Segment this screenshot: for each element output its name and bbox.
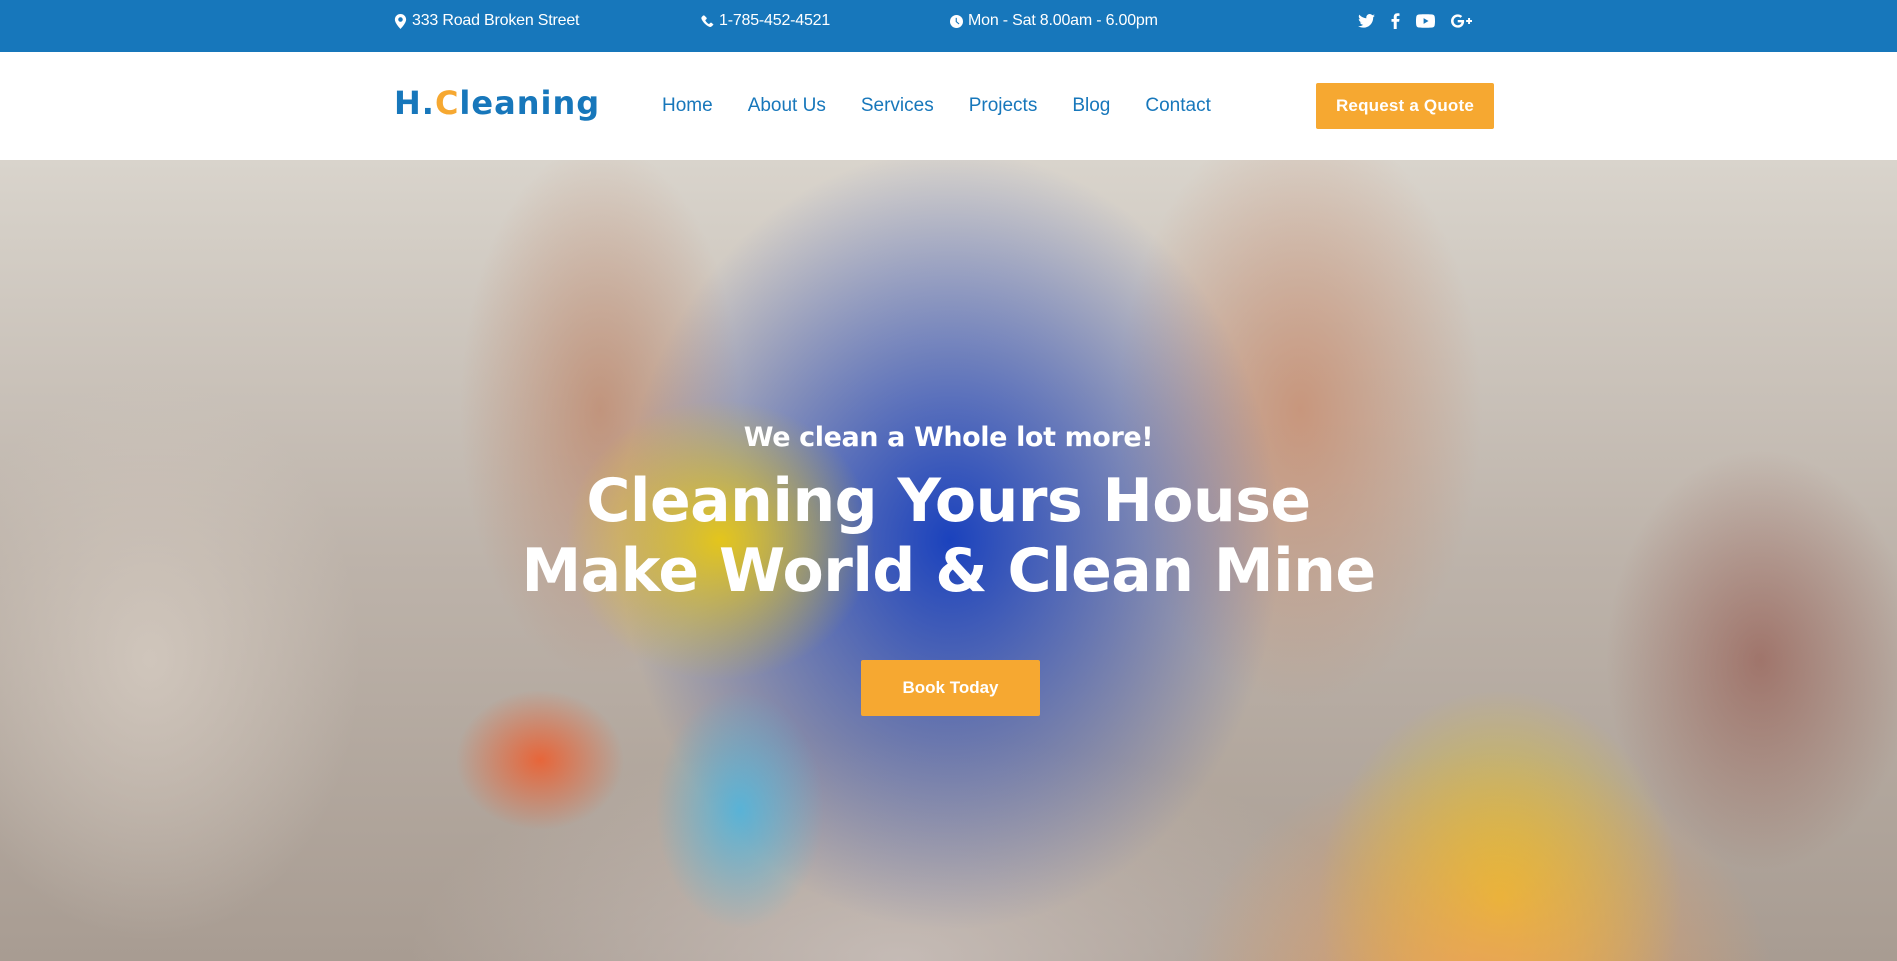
nav-blog[interactable]: Blog — [1072, 95, 1110, 117]
hero-banner: We clean a Whole lot more! Cleaning Your… — [0, 160, 1897, 961]
logo[interactable]: H.Cleaning — [394, 84, 600, 122]
main-nav: Home About Us Services Projects Blog Con… — [662, 52, 1211, 160]
nav-services[interactable]: Services — [861, 95, 934, 117]
hero-title-line-1: Cleaning Yours House — [586, 466, 1311, 536]
hero-title: Cleaning Yours House Make World & Clean … — [0, 466, 1897, 606]
hours-info: Mon - Sat 8.00am - 6.00pm — [950, 0, 1158, 42]
phone-text[interactable]: 1-785-452-4521 — [719, 12, 830, 30]
logo-suffix: leaning — [459, 84, 601, 122]
address-text: 333 Road Broken Street — [412, 12, 580, 29]
logo-accent: C — [434, 84, 460, 122]
top-info-bar: 333 Road Broken Street 1-785-452-4521 Mo… — [0, 0, 1897, 52]
nav-contact[interactable]: Contact — [1145, 95, 1210, 117]
logo-prefix: H. — [394, 84, 435, 122]
nav-projects[interactable]: Projects — [969, 95, 1038, 117]
request-quote-button[interactable]: Request a Quote — [1316, 83, 1494, 129]
twitter-icon[interactable] — [1358, 11, 1375, 31]
hero-title-line-2: Make World & Clean Mine — [521, 536, 1376, 606]
map-marker-icon — [394, 13, 407, 29]
google-plus-icon[interactable] — [1451, 11, 1472, 31]
clock-icon — [950, 14, 963, 28]
main-header: H.Cleaning Home About Us Services Projec… — [0, 52, 1897, 160]
hero-content: We clean a Whole lot more! Cleaning Your… — [0, 160, 1897, 961]
address-info: 333 Road Broken Street — [394, 0, 579, 42]
phone-icon — [701, 14, 714, 27]
facebook-icon[interactable] — [1391, 11, 1400, 31]
hours-text: Mon - Sat 8.00am - 6.00pm — [968, 12, 1158, 29]
nav-about-us[interactable]: About Us — [748, 95, 826, 117]
phone-info: 1-785-452-4521 — [701, 0, 830, 42]
social-links — [1358, 0, 1472, 42]
book-today-button[interactable]: Book Today — [861, 660, 1040, 716]
youtube-icon[interactable] — [1416, 11, 1435, 31]
nav-home[interactable]: Home — [662, 95, 713, 117]
hero-subtitle: We clean a Whole lot more! — [743, 422, 1154, 453]
